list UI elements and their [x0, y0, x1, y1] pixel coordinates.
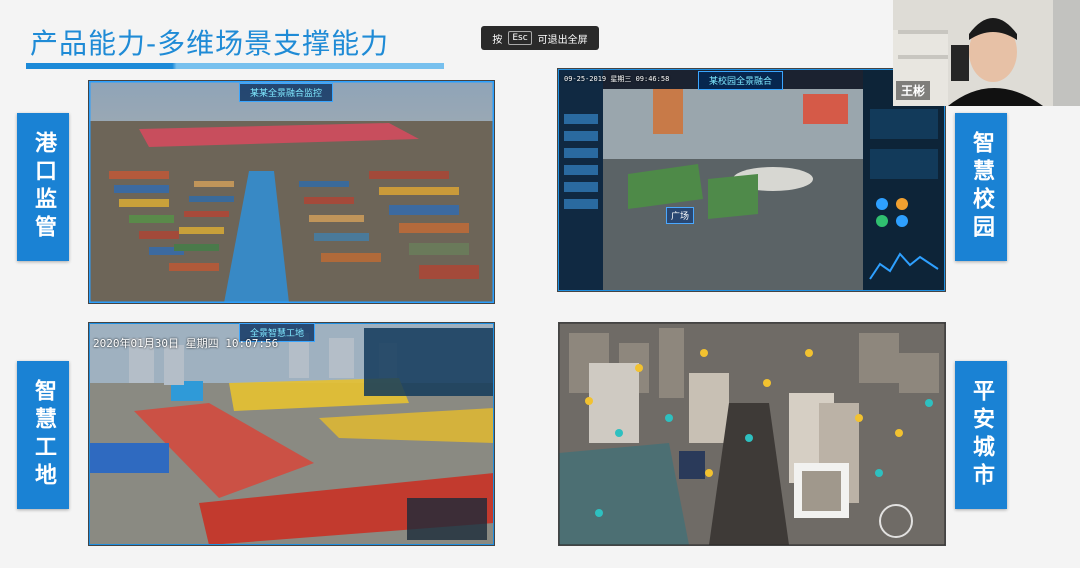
- label-site-text: 智慧工地: [31, 379, 56, 491]
- toast-prefix: 按: [492, 34, 503, 46]
- city-scene-image: [559, 323, 945, 545]
- city-panel: [558, 322, 946, 546]
- port-scene-image: [89, 81, 494, 303]
- title-underline: [26, 63, 444, 69]
- port-monitor-panel: 某某全景融合监控: [88, 80, 495, 304]
- presenter-name: 王彬: [896, 81, 931, 100]
- presenter-webcam: 王彬: [893, 0, 1080, 106]
- label-campus-text: 智慧校园: [969, 131, 994, 243]
- site-datetime: 2020年01月30日 星期四 10:07:56: [93, 337, 279, 350]
- label-campus: 智慧校园: [955, 113, 1007, 261]
- campus-panel-header: 某校园全景融合: [698, 71, 784, 90]
- esc-key: Esc: [508, 31, 532, 45]
- campus-tag: 广场: [666, 207, 695, 224]
- label-city-text: 平安城市: [969, 379, 994, 491]
- port-panel-header: 某某全景融合监控: [239, 83, 334, 102]
- exit-fullscreen-toast: 按 Esc 可退出全屏: [481, 26, 599, 50]
- toast-suffix: 可退出全屏: [537, 34, 588, 46]
- site-scene-image: [89, 323, 494, 545]
- label-city: 平安城市: [955, 361, 1007, 509]
- label-port-text: 港口监管: [31, 131, 56, 243]
- campus-panel: 某校园全景融合 09-25-2019 星期三 09:46:58 广场: [557, 68, 946, 292]
- campus-datetime: 09-25-2019 星期三 09:46:58: [564, 75, 670, 83]
- label-port: 港口监管: [17, 113, 69, 261]
- slide-title: 产品能力-多维场景支撑能力: [30, 27, 390, 60]
- label-site: 智慧工地: [17, 361, 69, 509]
- campus-scene-image: [558, 69, 945, 291]
- site-panel: 全景智慧工地 2020年01月30日 星期四 10:07:56: [88, 322, 495, 546]
